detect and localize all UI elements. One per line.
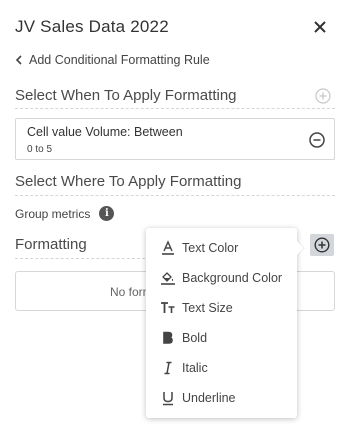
- divider: [15, 108, 335, 109]
- menu-item-underline[interactable]: Underline: [146, 383, 297, 413]
- add-formatting-button[interactable]: [310, 234, 334, 256]
- menu-item-italic[interactable]: Italic: [146, 353, 297, 383]
- conditional-formatting-panel: JV Sales Data 2022 Add Conditional Forma…: [0, 0, 350, 437]
- section-title-when: Select When To Apply Formatting: [15, 87, 237, 104]
- bold-icon: [160, 330, 176, 346]
- plus-circle-icon: [314, 237, 330, 253]
- formatting-options-menu: Text Color Background Color Text Size Bo…: [146, 228, 297, 418]
- remove-circle-icon[interactable]: [309, 132, 325, 148]
- condition-rule-card[interactable]: Cell value Volume: Between 0 to 5: [15, 118, 335, 160]
- menu-item-text-color[interactable]: Text Color: [146, 233, 297, 263]
- text-color-icon: [160, 240, 176, 256]
- menu-item-bold[interactable]: Bold: [146, 323, 297, 353]
- menu-item-label: Underline: [182, 391, 236, 405]
- group-metrics-label: Group metrics: [15, 206, 91, 221]
- italic-icon: [160, 360, 176, 376]
- panel-title: JV Sales Data 2022: [15, 17, 169, 36]
- back-link[interactable]: Add Conditional Formatting Rule: [15, 53, 210, 67]
- chevron-left-icon: [15, 55, 22, 65]
- menu-item-label: Italic: [182, 361, 208, 375]
- menu-item-label: Text Size: [182, 301, 233, 315]
- text-size-icon: [160, 300, 176, 316]
- section-title-formatting: Formatting: [15, 236, 87, 253]
- rule-subtitle: 0 to 5: [27, 144, 53, 155]
- menu-item-label: Text Color: [182, 241, 239, 255]
- menu-item-label: Bold: [182, 331, 208, 345]
- menu-item-background-color[interactable]: Background Color: [146, 263, 297, 293]
- back-link-label: Add Conditional Formatting Rule: [29, 53, 210, 67]
- menu-item-text-size[interactable]: Text Size: [146, 293, 297, 323]
- divider: [15, 195, 335, 196]
- underline-icon: [160, 390, 176, 406]
- menu-item-label: Background Color: [182, 271, 283, 285]
- panel-header: JV Sales Data 2022: [15, 17, 335, 43]
- group-metrics-row: Group metrics i: [15, 206, 115, 221]
- section-title-where: Select Where To Apply Formatting: [15, 173, 242, 190]
- add-condition-icon[interactable]: [315, 88, 331, 104]
- close-icon[interactable]: [313, 20, 327, 34]
- background-color-icon: [160, 270, 176, 286]
- rule-title: Cell value Volume: Between: [27, 125, 183, 139]
- info-icon[interactable]: i: [99, 206, 115, 221]
- divider: [15, 258, 145, 259]
